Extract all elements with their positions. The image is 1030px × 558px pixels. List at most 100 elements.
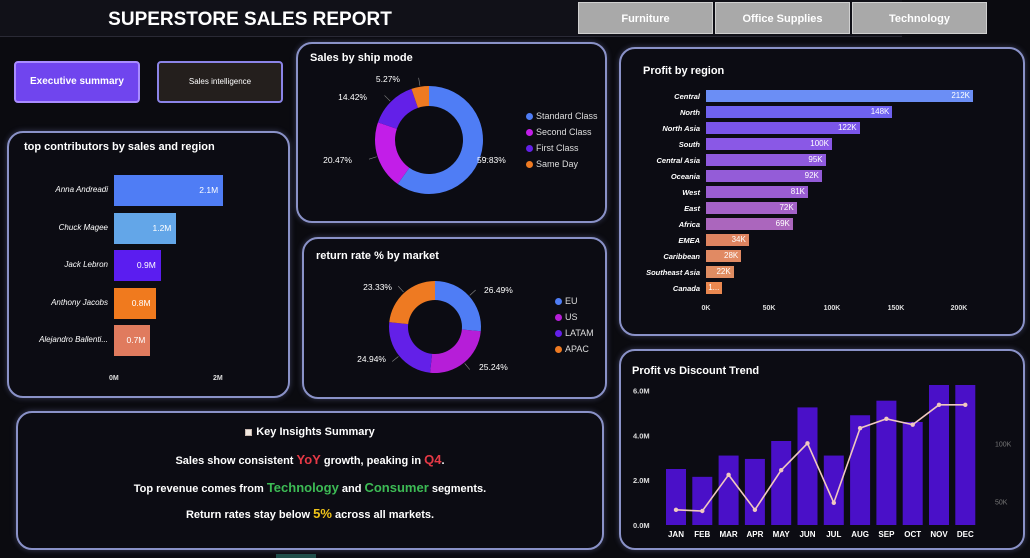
slice-leader bbox=[368, 156, 377, 160]
slice-leader bbox=[464, 363, 470, 370]
profit-region-title: Profit by region bbox=[643, 65, 725, 77]
region-value: 92K bbox=[804, 171, 819, 180]
slice-label: 25.24% bbox=[479, 362, 508, 372]
region-value: 148K bbox=[870, 107, 890, 116]
trend-xtick: JUN bbox=[799, 530, 815, 539]
insights-heading-row: Key Insights Summary bbox=[16, 426, 604, 438]
trend-y2tick: 100K bbox=[995, 441, 1012, 448]
tab-furniture[interactable]: Furniture bbox=[578, 2, 713, 34]
slice-label: 24.94% bbox=[357, 354, 386, 364]
region-label: North bbox=[680, 108, 700, 117]
legend-dot bbox=[526, 145, 533, 153]
insight-highlight: Consumer bbox=[364, 480, 429, 495]
trend-xtick: NOV bbox=[930, 530, 948, 539]
region-value: 95K bbox=[808, 155, 823, 164]
executive-summary-button[interactable]: Executive summary bbox=[14, 61, 140, 103]
region-value: 122K bbox=[837, 123, 857, 132]
region-value: 72K bbox=[779, 203, 794, 212]
slice-leader bbox=[469, 289, 476, 296]
slice-label: 14.42% bbox=[338, 92, 367, 102]
slice-leader bbox=[384, 95, 391, 102]
legend-dot bbox=[526, 113, 533, 121]
trend-ytick: 4.0M bbox=[633, 431, 650, 440]
trend-xtick: AUG bbox=[851, 530, 869, 539]
tab-technology[interactable]: Technology bbox=[852, 2, 987, 34]
slice-label: 26.49% bbox=[484, 285, 513, 295]
trend-xtick: MAR bbox=[719, 530, 737, 539]
slice-label: 23.33% bbox=[363, 282, 392, 292]
legend-item: LATAM bbox=[555, 325, 594, 341]
insights-heading: Key Insights Summary bbox=[256, 426, 375, 438]
trend-xtick: SEP bbox=[878, 530, 895, 539]
legend-label: EU bbox=[565, 296, 578, 306]
trend-point bbox=[700, 508, 705, 514]
region-bar: 1... bbox=[706, 282, 723, 294]
trend-bar bbox=[744, 458, 765, 525]
slice-leader bbox=[397, 285, 404, 293]
region-label: Oceania bbox=[670, 172, 700, 181]
legend-dot bbox=[555, 330, 562, 338]
region-value: 34K bbox=[731, 235, 746, 244]
trend-bar bbox=[771, 441, 792, 525]
donut-slice bbox=[389, 281, 435, 325]
contributor-value: 0.7M bbox=[126, 335, 146, 345]
trend-bar bbox=[666, 469, 686, 525]
contributor-value: 0.9M bbox=[136, 260, 156, 270]
region-xtick: 50K bbox=[762, 305, 776, 312]
footer-mark bbox=[276, 554, 316, 558]
trend-ytick: 2.0M bbox=[633, 476, 650, 485]
region-xtick: 200K bbox=[950, 305, 968, 312]
insight-line-2: Top revenue comes from Technology and Co… bbox=[16, 480, 604, 495]
contrib-xtick-1: 2M bbox=[213, 375, 223, 382]
region-xtick: 0K bbox=[701, 305, 711, 312]
insight-text: Sales show consistent bbox=[175, 455, 297, 467]
legend-dot bbox=[526, 129, 533, 137]
region-bar: 92K bbox=[706, 170, 822, 182]
slice-leader bbox=[391, 356, 399, 362]
region-label: Southeast Asia bbox=[646, 268, 700, 277]
legend-dot bbox=[555, 314, 562, 322]
legend-label: Same Day bbox=[536, 159, 579, 169]
contributor-name: Anthony Jacobs bbox=[51, 297, 108, 307]
trend-point bbox=[910, 422, 915, 427]
region-label: EMEA bbox=[678, 236, 700, 245]
region-label: North Asia bbox=[662, 124, 700, 133]
trend-chart: 6.0M 4.0M 2.0M 0.0M 100K 50K JAN FEB MAR APR MAY JU… bbox=[633, 385, 1012, 539]
region-value: 81K bbox=[790, 187, 805, 196]
insight-highlight: YoY bbox=[296, 452, 321, 467]
region-label: South bbox=[678, 140, 700, 149]
donut-slice bbox=[377, 88, 418, 129]
tab-office-supplies[interactable]: Office Supplies bbox=[715, 2, 850, 34]
slice-label: 59.83% bbox=[477, 155, 506, 165]
trend-point bbox=[857, 425, 863, 431]
legend-label: APAC bbox=[565, 344, 589, 354]
region-label: West bbox=[682, 188, 700, 197]
region-bar: 22K bbox=[706, 266, 734, 278]
trend-bar bbox=[850, 415, 871, 525]
trend-point bbox=[752, 507, 758, 513]
region-bar: 95K bbox=[706, 154, 826, 166]
region-bar: 81K bbox=[706, 186, 808, 198]
trend-point bbox=[831, 500, 836, 506]
contributor-bar: 0.7M bbox=[114, 325, 151, 356]
region-bar: 100K bbox=[706, 138, 832, 150]
trend-ytick: 0.0M bbox=[633, 521, 650, 530]
insight-text: Top revenue comes from bbox=[133, 483, 267, 495]
trend-xtick: DEC bbox=[957, 530, 974, 539]
trend-point bbox=[936, 402, 942, 408]
contributor-bar: 1.2M bbox=[114, 212, 177, 244]
region-label: Central bbox=[674, 92, 700, 101]
trend-point bbox=[884, 416, 889, 422]
sales-intelligence-button[interactable]: Sales intelligence bbox=[157, 61, 283, 103]
region-xtick: 100K bbox=[823, 305, 841, 312]
insight-text: and bbox=[338, 483, 365, 495]
contributor-name: Chuck Magee bbox=[58, 222, 108, 232]
insight-highlight: 5% bbox=[313, 506, 332, 521]
trend-point bbox=[805, 441, 810, 446]
legend-item: EU bbox=[555, 293, 594, 309]
donut-slice bbox=[389, 322, 433, 373]
insight-text: across all markets. bbox=[331, 509, 435, 521]
trend-xtick: APR bbox=[746, 530, 763, 539]
contrib-xtick-0: 0M bbox=[109, 375, 119, 382]
trend-xtick: MAY bbox=[773, 530, 791, 539]
